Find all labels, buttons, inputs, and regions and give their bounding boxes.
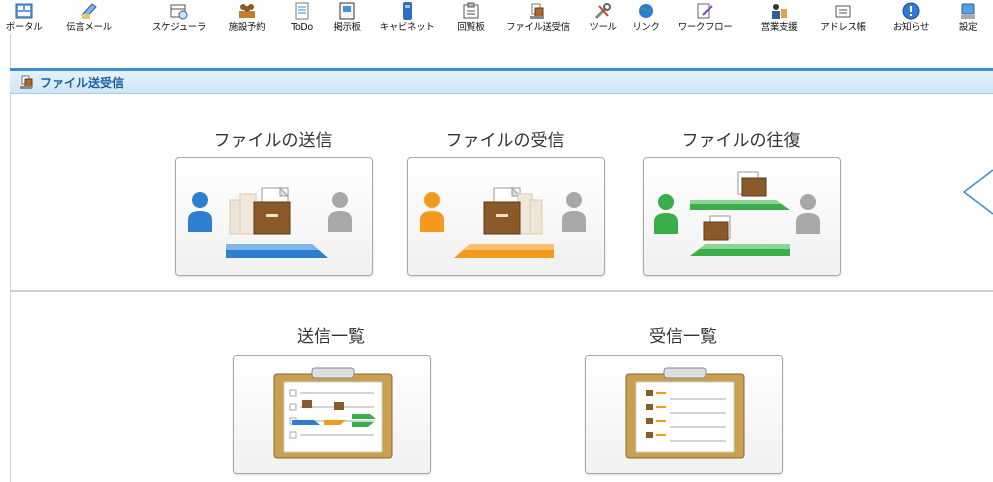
toolbar-item-label: ツール xyxy=(589,22,617,33)
sent-list-illustration xyxy=(273,367,393,459)
send-illustration xyxy=(188,186,352,258)
tool-icon xyxy=(594,3,611,20)
sales-icon xyxy=(772,4,787,19)
received-list-illustration xyxy=(625,367,745,459)
toolbar-item-label: ファイル送受信 xyxy=(506,22,570,33)
todo-icon xyxy=(295,2,309,20)
address-book-icon xyxy=(835,5,851,18)
toolbar-item-todo[interactable]: ToDo xyxy=(285,0,319,34)
toolbar-item-label: 掲示板 xyxy=(333,22,361,33)
link-icon xyxy=(639,4,653,18)
scheduler-icon xyxy=(170,4,188,20)
toolbar-item-workflow[interactable]: ワークフロー xyxy=(670,0,740,34)
toolbar-item-label: アドレス帳 xyxy=(820,22,866,33)
toolbar-item-label: リンク xyxy=(632,22,660,33)
toolbar-item-label: スケジューラ xyxy=(152,22,206,33)
toolbar-item-settings[interactable]: 設定 xyxy=(951,0,985,34)
toolbar-item-sales[interactable]: 営業支援 xyxy=(754,0,804,34)
exchange-file-button[interactable] xyxy=(643,157,841,276)
toolbar-item-cabinet[interactable]: キャビネット xyxy=(375,0,439,34)
toolbar-item-bulletin[interactable]: 掲示板 xyxy=(326,0,368,34)
settings-icon xyxy=(961,3,975,19)
bulletin-icon xyxy=(339,2,355,20)
toolbar-item-address-book[interactable]: アドレス帳 xyxy=(814,0,872,34)
cabinet-icon xyxy=(403,2,412,20)
received-list-title: 受信一覧 xyxy=(649,327,717,347)
receive-file-button[interactable] xyxy=(407,157,605,276)
toolbar-item-memo-mail[interactable]: 伝言メール xyxy=(54,0,124,34)
toolbar-item-portal[interactable]: ポータル xyxy=(2,0,46,34)
toolbar-item-label: 営業支援 xyxy=(760,22,798,33)
toolbar-item-notice[interactable]: お知らせ xyxy=(888,0,934,34)
page-header: ファイル送受信 xyxy=(10,68,993,94)
section-divider xyxy=(10,290,993,292)
received-list-button[interactable] xyxy=(585,355,783,474)
toolbar-item-label: ワークフロー xyxy=(677,22,733,33)
exchange-illustration xyxy=(654,171,820,256)
next-arrow-icon[interactable] xyxy=(960,168,993,218)
toolbar-item-label: ToDo xyxy=(291,22,313,33)
workflow-icon xyxy=(697,3,713,19)
toolbar-item-file-transfer[interactable]: ファイル送受信 xyxy=(501,0,575,34)
notice-icon xyxy=(902,2,920,20)
toolbar-item-label: 施設予約 xyxy=(228,22,266,33)
portal-icon xyxy=(15,3,33,19)
toolbar-item-label: キャビネット xyxy=(379,22,435,33)
file-transfer-icon xyxy=(530,3,544,19)
circular-icon xyxy=(463,2,479,19)
toolbar-item-scheduler[interactable]: スケジューラ xyxy=(144,0,214,34)
toolbar-item-facility[interactable]: 施設予約 xyxy=(221,0,273,34)
send-file-button[interactable] xyxy=(175,157,373,276)
facility-icon xyxy=(239,4,255,18)
receive-title: ファイルの受信 xyxy=(445,131,565,151)
toolbar-item-label: 設定 xyxy=(958,22,978,33)
exchange-title: ファイルの往復 xyxy=(681,131,801,151)
file-transfer-icon xyxy=(20,75,33,89)
toolbar-item-label: お知らせ xyxy=(892,22,930,33)
receive-illustration xyxy=(420,186,586,258)
main-toolbar: ポータル 伝言メール スケジューラ 施設予約 ToDo 掲示板 キャビネット 回… xyxy=(0,0,993,34)
toolbar-item-circular[interactable]: 回覧板 xyxy=(451,0,491,34)
toolbar-item-label: 伝言メール xyxy=(66,22,112,33)
toolbar-item-label: ポータル xyxy=(5,22,43,33)
page-title: ファイル送受信 xyxy=(40,76,125,90)
sent-list-title: 送信一覧 xyxy=(297,327,365,347)
toolbar-item-tool[interactable]: ツール xyxy=(584,0,622,34)
memo-mail-icon xyxy=(81,3,97,19)
toolbar-item-link[interactable]: リンク xyxy=(628,0,664,34)
toolbar-item-label: 回覧板 xyxy=(457,22,485,33)
send-title: ファイルの送信 xyxy=(213,131,333,151)
header-accent-line xyxy=(10,68,993,71)
sent-list-button[interactable] xyxy=(233,355,431,474)
